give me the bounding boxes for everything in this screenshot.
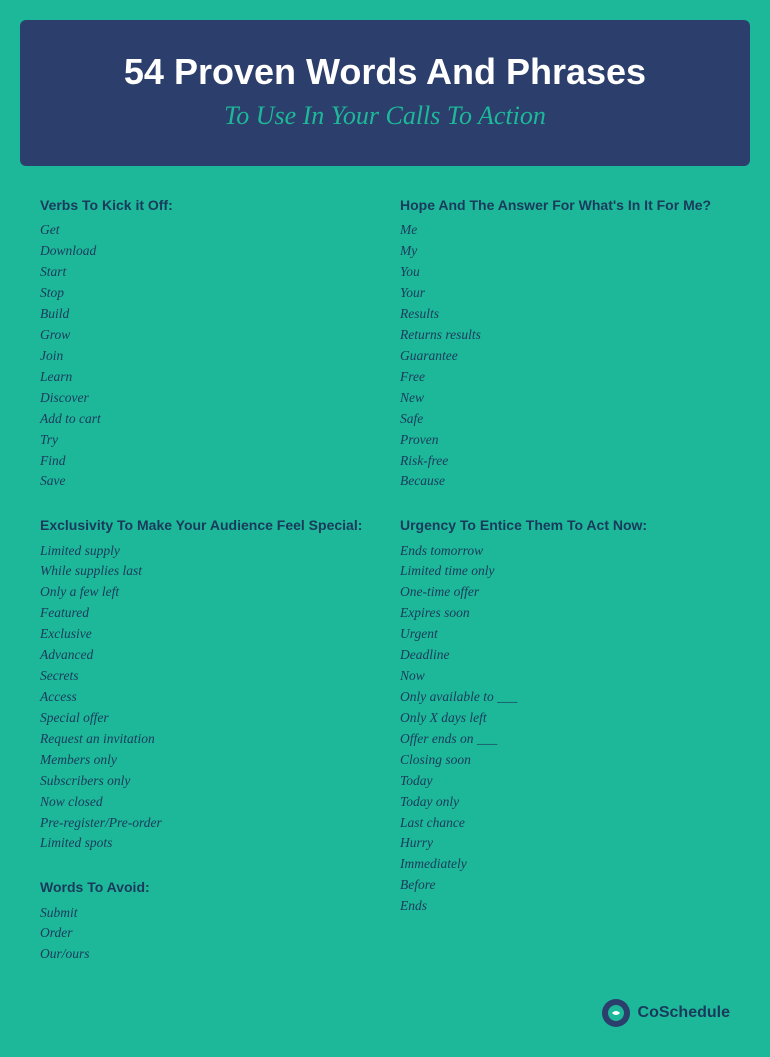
logo-icon — [602, 999, 630, 1027]
list-item: Access — [40, 687, 370, 708]
list-item: Hurry — [400, 833, 730, 854]
list-item: Download — [40, 241, 370, 262]
list-item: Before — [400, 875, 730, 896]
section-urgency: Urgency To Entice Them To Act Now: Ends t… — [400, 516, 730, 917]
list-item: Deadline — [400, 645, 730, 666]
list-item: Offer ends on ___ — [400, 729, 730, 750]
header-subtitle: To Use In Your Calls To Action — [60, 101, 710, 131]
list-item: Returns results — [400, 325, 730, 346]
list-item: You — [400, 262, 730, 283]
list-item: Because — [400, 471, 730, 492]
list-item: Your — [400, 283, 730, 304]
section-hope: Hope And The Answer For What's In It For… — [400, 196, 730, 492]
column-0: Verbs To Kick it Off: GetDownloadStartSto… — [40, 196, 370, 989]
list-item: Pre-register/Pre-order — [40, 813, 370, 834]
list-item: Members only — [40, 750, 370, 771]
list-item: My — [400, 241, 730, 262]
section-title-avoid: Words To Avoid: — [40, 878, 370, 896]
list-item: Get — [40, 220, 370, 241]
list-item: Expires soon — [400, 603, 730, 624]
list-item: Today — [400, 771, 730, 792]
list-item: Limited supply — [40, 541, 370, 562]
list-item: Free — [400, 367, 730, 388]
list-item: Join — [40, 346, 370, 367]
list-item: Ends tomorrow — [400, 541, 730, 562]
section-verbs: Verbs To Kick it Off: GetDownloadStartSto… — [40, 196, 370, 492]
list-item: Closing soon — [400, 750, 730, 771]
list-item: Limited spots — [40, 833, 370, 854]
list-item: Now closed — [40, 792, 370, 813]
list-item: Build — [40, 304, 370, 325]
list-item: Stop — [40, 283, 370, 304]
list-item: Risk-free — [400, 451, 730, 472]
list-item: Try — [40, 430, 370, 451]
list-item: Now — [400, 666, 730, 687]
list-item: Me — [400, 220, 730, 241]
section-title-urgency: Urgency To Entice Them To Act Now: — [400, 516, 730, 534]
list-item: Find — [40, 451, 370, 472]
list-item: Immediately — [400, 854, 730, 875]
list-item: Proven — [400, 430, 730, 451]
header-box: 54 Proven Words And Phrases To Use In Yo… — [20, 20, 750, 166]
column-1: Hope And The Answer For What's In It For… — [400, 196, 730, 989]
list-item: Add to cart — [40, 409, 370, 430]
page-container: 54 Proven Words And Phrases To Use In Yo… — [0, 0, 770, 1057]
content-grid: Verbs To Kick it Off: GetDownloadStartSto… — [20, 196, 750, 989]
list-item: Our/ours — [40, 944, 370, 965]
section-exclusivity: Exclusivity To Make Your Audience Feel S… — [40, 516, 370, 854]
list-item: Limited time only — [400, 561, 730, 582]
logo-area: CoSchedule — [20, 989, 750, 1037]
list-item: Last chance — [400, 813, 730, 834]
list-item: Save — [40, 471, 370, 492]
list-item: Secrets — [40, 666, 370, 687]
list-item: Order — [40, 923, 370, 944]
list-item: Exclusive — [40, 624, 370, 645]
list-item: Safe — [400, 409, 730, 430]
section-title-verbs: Verbs To Kick it Off: — [40, 196, 370, 214]
list-item: Learn — [40, 367, 370, 388]
list-item: Ends — [400, 896, 730, 917]
list-item: Featured — [40, 603, 370, 624]
list-item: Results — [400, 304, 730, 325]
list-item: Submit — [40, 903, 370, 924]
section-title-exclusivity: Exclusivity To Make Your Audience Feel S… — [40, 516, 370, 534]
list-item: Only X days left — [400, 708, 730, 729]
list-item: Special offer — [40, 708, 370, 729]
list-item: Urgent — [400, 624, 730, 645]
section-title-hope: Hope And The Answer For What's In It For… — [400, 196, 730, 214]
list-item: Guarantee — [400, 346, 730, 367]
list-item: Discover — [40, 388, 370, 409]
list-item: One-time offer — [400, 582, 730, 603]
logo-text: CoSchedule — [638, 1004, 730, 1022]
section-avoid: Words To Avoid: SubmitOrderOur/ours — [40, 878, 370, 965]
list-item: Only a few left — [40, 582, 370, 603]
list-item: Advanced — [40, 645, 370, 666]
list-item: Today only — [400, 792, 730, 813]
list-item: Grow — [40, 325, 370, 346]
list-item: Only available to ___ — [400, 687, 730, 708]
list-item: Request an invitation — [40, 729, 370, 750]
list-item: Start — [40, 262, 370, 283]
list-item: New — [400, 388, 730, 409]
list-item: While supplies last — [40, 561, 370, 582]
list-item: Subscribers only — [40, 771, 370, 792]
header-title: 54 Proven Words And Phrases — [60, 50, 710, 93]
